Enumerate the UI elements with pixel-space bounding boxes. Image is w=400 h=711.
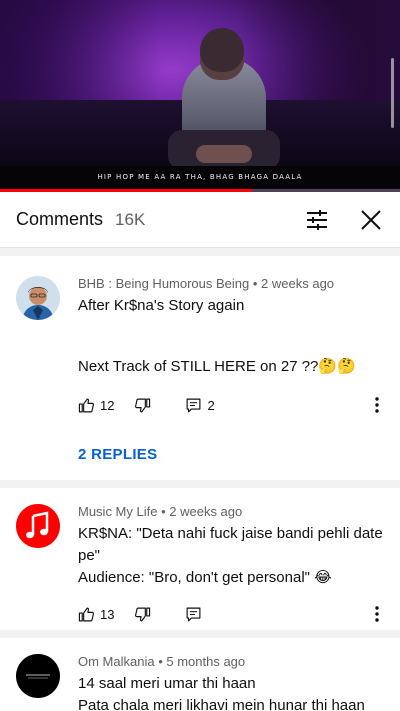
- reply-button[interactable]: 2: [185, 397, 215, 414]
- comment-reply-icon: [187, 398, 201, 412]
- reply-count: 2: [207, 397, 215, 413]
- person-avatar-graphic: [16, 276, 60, 320]
- thumbs-down-icon: [135, 398, 151, 412]
- person-avatar[interactable]: [16, 276, 60, 320]
- comment-author[interactable]: Om Malkania: [78, 654, 155, 669]
- view-replies-link[interactable]: 2 REPLIES: [78, 446, 157, 463]
- thumbs-down-icon: [135, 607, 151, 621]
- tune-icon-graphic: [307, 209, 327, 230]
- comment-author[interactable]: BHB : Being Humorous Being: [78, 276, 249, 291]
- video-frame-person-hands: [196, 145, 252, 163]
- subtitle-bar: HIP HOP ME AA RA THA, BHAG BHAGA DAALA: [0, 166, 400, 188]
- comment-meta: Music My Life • 2 weeks ago: [78, 504, 384, 519]
- comment-text-line-1: After Kr$na's Story again: [78, 297, 245, 314]
- meta-separator: •: [157, 504, 170, 519]
- comment-time: 2 weeks ago: [261, 276, 335, 291]
- video-frame-person-head: [200, 28, 244, 80]
- thumbs-up-icon: [78, 607, 94, 621]
- comment-time: 5 months ago: [166, 654, 246, 669]
- comment-reply-icon: [187, 607, 201, 621]
- meta-separator: •: [154, 654, 167, 669]
- dislike-button[interactable]: [134, 397, 151, 414]
- dark-logo-avatar[interactable]: [16, 654, 60, 698]
- comments-count: 16K: [115, 209, 146, 229]
- reply-button[interactable]: [185, 606, 202, 623]
- music-note-icon: [16, 504, 60, 548]
- thumbs-up-icon: [78, 398, 94, 412]
- comment-author[interactable]: Music My Life: [78, 504, 157, 519]
- more-vert-icon-graphic: [375, 606, 379, 622]
- video-player[interactable]: HIP HOP ME AA RA THA, BHAG BHAGA DAALA: [0, 0, 400, 192]
- close-icon-graphic: [361, 209, 381, 230]
- like-button[interactable]: 13: [78, 606, 114, 623]
- more-vert-icon-graphic: [375, 397, 379, 413]
- comment-text-line-2: Next Track of STILL HERE on 27 ??🤔🤔: [78, 358, 356, 375]
- header-divider: [0, 248, 400, 256]
- more-vert-icon[interactable]: [366, 603, 388, 625]
- like-count: 13: [100, 606, 115, 622]
- meta-separator: •: [249, 276, 262, 291]
- comment-actions: 13: [78, 603, 384, 625]
- comment-text-line-2: Pata chala meri likhavi mein hunar thi h…: [78, 697, 365, 711]
- comments-header-actions: [304, 207, 384, 233]
- comment-item: Music My Life • 2 weeks ago KR$NA: "Deta…: [0, 488, 400, 638]
- more-vert-icon[interactable]: [366, 394, 388, 416]
- tune-icon[interactable]: [304, 207, 330, 233]
- like-count: 12: [100, 397, 115, 413]
- comment-item: BHB : Being Humorous Being • 2 weeks ago…: [0, 256, 400, 488]
- comment-actions: 12 2: [78, 394, 384, 416]
- comment-list: BHB : Being Humorous Being • 2 weeks ago…: [0, 256, 400, 711]
- comments-title: Comments: [16, 209, 104, 229]
- comment-text-line-1: 14 saal meri umar thi haan: [78, 675, 256, 692]
- channel-logo-icon: [16, 654, 60, 698]
- comment-text-line-2: Audience: "Bro, don't get personal" 😂: [78, 569, 332, 586]
- video-subtitle: HIP HOP ME AA RA THA, BHAG BHAGA DAALA: [97, 173, 303, 181]
- comment-meta: Om Malkania • 5 months ago: [78, 654, 384, 669]
- close-icon[interactable]: [358, 207, 384, 233]
- music-note-avatar[interactable]: [16, 504, 60, 548]
- comments-header: Comments 16K: [0, 192, 400, 248]
- comment-time: 2 weeks ago: [169, 504, 243, 519]
- like-button[interactable]: 12: [78, 397, 114, 414]
- comment-text-line-1: KR$NA: "Deta nahi fuck jaise bandi pehli…: [78, 525, 383, 564]
- comment-meta: BHB : Being Humorous Being • 2 weeks ago: [78, 276, 384, 291]
- dislike-button[interactable]: [134, 606, 151, 623]
- comment-item: Om Malkania • 5 months ago 14 saal meri …: [0, 638, 400, 711]
- video-scroll-indicator: [391, 58, 394, 128]
